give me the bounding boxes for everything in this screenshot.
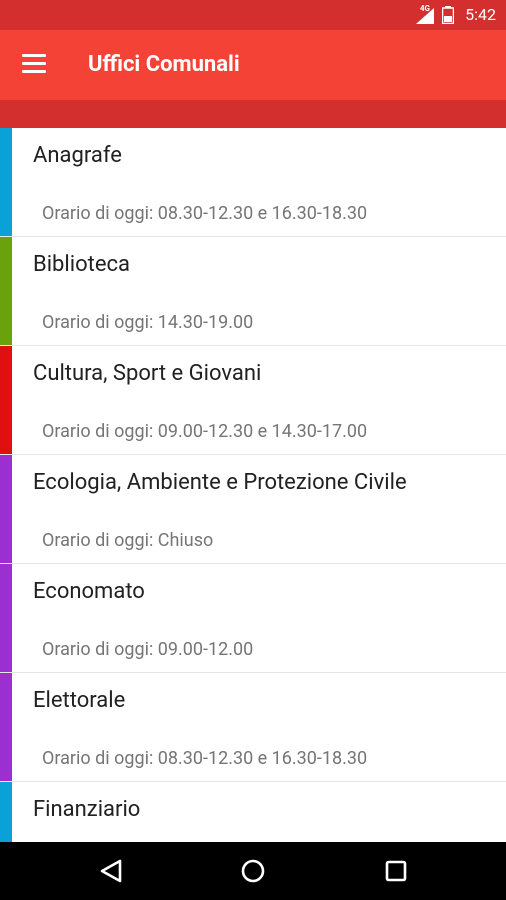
category-color-bar [0, 564, 12, 672]
category-color-bar [0, 237, 12, 345]
office-name: Anagrafe [33, 143, 122, 168]
signal-icon [416, 8, 434, 24]
system-navigation-bar [0, 842, 506, 900]
offices-list: Anagrafe Orario di oggi: 08.30-12.30 e 1… [0, 128, 506, 842]
office-hours: Orario di oggi: 08.30-12.30 e 16.30-18.3… [42, 748, 368, 769]
office-item-economato[interactable]: Economato Orario di oggi: 09.00-12.00 [0, 564, 506, 673]
app-bar: Uffici Comunali [0, 30, 506, 100]
status-bar: 4G 5:42 [0, 0, 506, 30]
home-circle-icon[interactable] [238, 856, 268, 886]
back-triangle-icon[interactable] [96, 856, 126, 886]
office-name: Finanziario [33, 797, 141, 822]
clock: 5:42 [465, 5, 496, 24]
office-hours: Orario di oggi: 09.00-12.00 [42, 639, 254, 660]
office-name: Elettorale [33, 688, 126, 713]
office-item-elettorale[interactable]: Elettorale Orario di oggi: 08.30-12.30 e… [0, 673, 506, 782]
category-color-bar [0, 673, 12, 781]
category-color-bar [0, 128, 12, 236]
office-item-cultura[interactable]: Cultura, Sport e Giovani Orario di oggi:… [0, 346, 506, 455]
office-name: Biblioteca [33, 252, 131, 277]
office-item-ecologia[interactable]: Ecologia, Ambiente e Protezione Civile O… [0, 455, 506, 564]
category-color-bar [0, 346, 12, 454]
category-color-bar [0, 455, 12, 563]
office-item-finanziario[interactable]: Finanziario [0, 782, 506, 842]
hamburger-menu-icon[interactable] [22, 54, 48, 74]
app-title: Uffici Comunali [88, 52, 240, 77]
office-hours: Orario di oggi: 08.30-12.30 e 16.30-18.3… [42, 203, 368, 224]
office-name: Economato [33, 579, 145, 604]
office-name: Ecologia, Ambiente e Protezione Civile [33, 470, 407, 495]
office-hours: Orario di oggi: Chiuso [42, 530, 214, 551]
category-color-bar [0, 782, 12, 842]
battery-icon [442, 6, 454, 24]
office-item-biblioteca[interactable]: Biblioteca Orario di oggi: 14.30-19.00 [0, 237, 506, 346]
office-item-anagrafe[interactable]: Anagrafe Orario di oggi: 08.30-12.30 e 1… [0, 128, 506, 237]
office-hours: Orario di oggi: 14.30-19.00 [42, 312, 254, 333]
recent-apps-square-icon[interactable] [381, 856, 411, 886]
office-hours: Orario di oggi: 09.00-12.30 e 14.30-17.0… [42, 421, 368, 442]
toolbar-extension [0, 100, 506, 128]
office-name: Cultura, Sport e Giovani [33, 361, 262, 386]
